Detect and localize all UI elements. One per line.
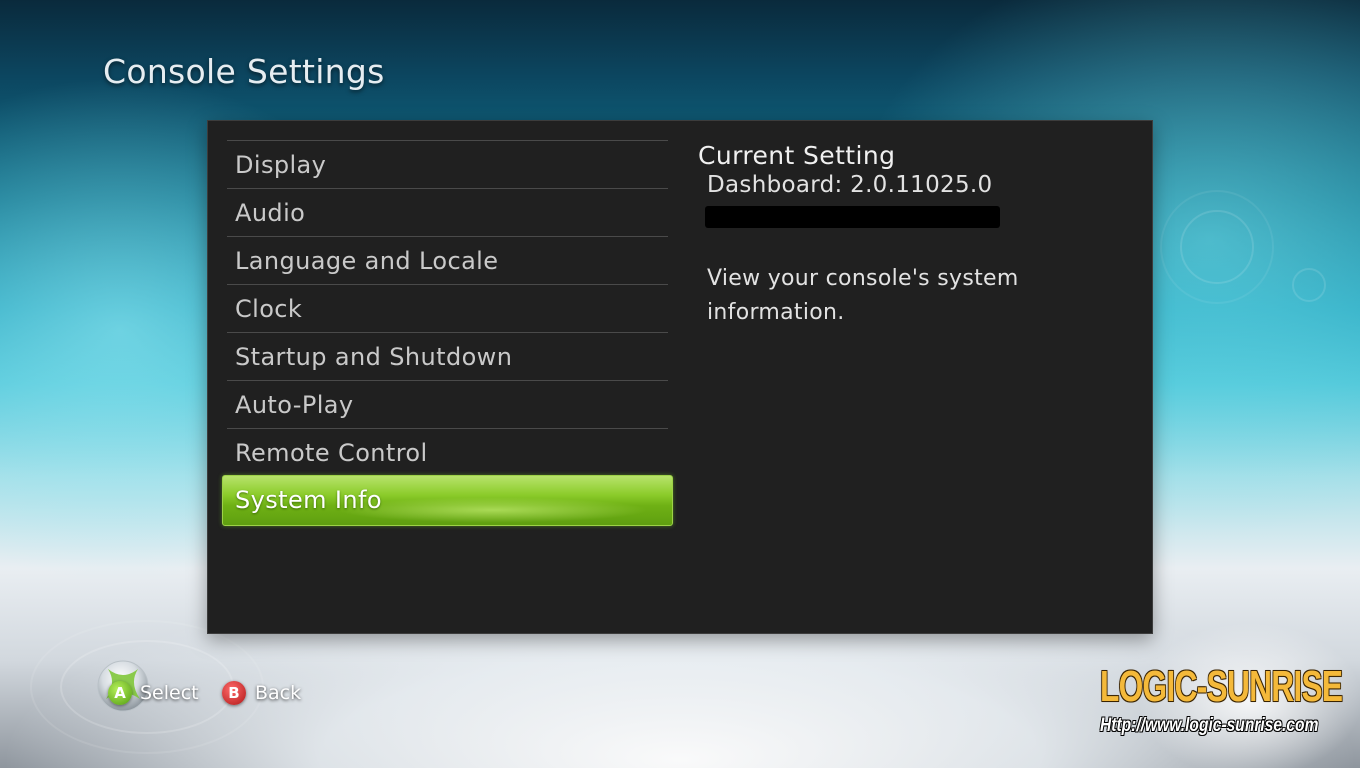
background-ring — [1292, 268, 1326, 302]
detail-pane: Current Setting Dashboard: 2.0.11025.0 V… — [698, 141, 1118, 330]
menu-item-label: Audio — [235, 199, 306, 227]
setting-description: View your console's system information. — [707, 266, 1019, 325]
watermark-url: Http://www.logic-sunrise.com — [1100, 715, 1319, 736]
menu-item-label: Language and Locale — [235, 247, 499, 275]
b-button-icon: B — [222, 681, 246, 705]
menu-item-display[interactable]: Display — [227, 140, 668, 188]
current-setting-heading: Current Setting — [698, 141, 896, 170]
settings-menu: Display Audio Language and Locale Clock … — [222, 140, 673, 526]
page-title: Console Settings — [103, 52, 385, 91]
menu-item-label: Remote Control — [235, 439, 428, 467]
menu-item-label: Display — [235, 151, 327, 179]
back-hint[interactable]: Back — [255, 682, 301, 704]
menu-item-label: Clock — [235, 295, 303, 323]
menu-item-auto-play[interactable]: Auto-Play — [227, 380, 668, 428]
menu-item-clock[interactable]: Clock — [227, 284, 668, 332]
background-ring — [1160, 190, 1274, 304]
menu-item-language-and-locale[interactable]: Language and Locale — [227, 236, 668, 284]
menu-item-label: System Info — [235, 486, 382, 514]
redacted-text — [705, 206, 1000, 228]
select-hint[interactable]: Select — [140, 682, 199, 704]
menu-item-remote-control[interactable]: Remote Control — [227, 428, 668, 476]
watermark-name: LOGIC-SUNRISE — [1100, 662, 1343, 711]
dashboard-version: Dashboard: 2.0.11025.0 — [707, 172, 993, 198]
menu-item-startup-and-shutdown[interactable]: Startup and Shutdown — [227, 332, 668, 380]
menu-item-label: Startup and Shutdown — [235, 343, 513, 371]
settings-panel: Display Audio Language and Locale Clock … — [207, 120, 1153, 634]
a-button-icon: A — [108, 681, 132, 705]
menu-item-label: Auto-Play — [235, 391, 354, 419]
menu-item-system-info[interactable]: System Info — [222, 475, 673, 526]
menu-item-audio[interactable]: Audio — [227, 188, 668, 236]
watermark-logo: LOGIC-SUNRISE Http://www.logic-sunrise.c… — [1088, 660, 1343, 750]
